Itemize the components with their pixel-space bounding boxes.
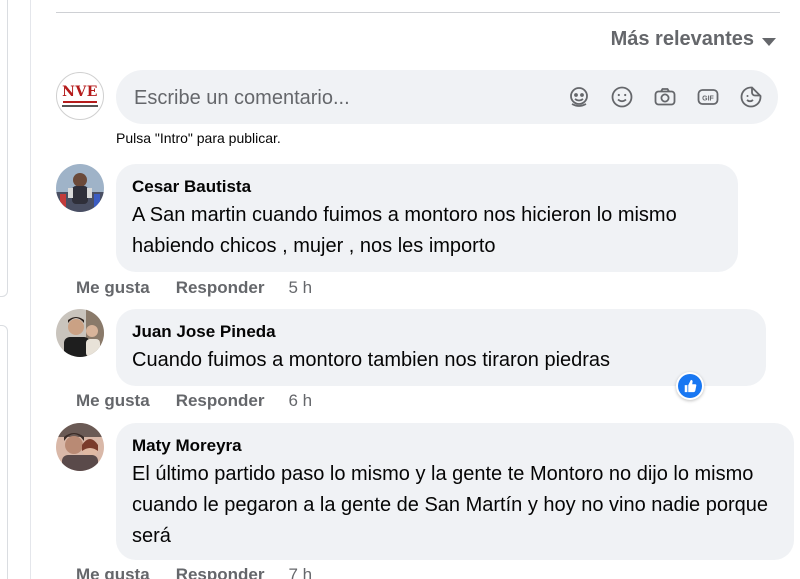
sidebar-card-fragment — [0, 0, 8, 297]
like-reaction-icon — [678, 374, 702, 398]
avatar-sticker-icon[interactable] — [566, 84, 592, 110]
camera-icon[interactable] — [652, 84, 678, 110]
logo-stripe — [62, 105, 98, 107]
comment-composer: GIF — [116, 70, 778, 124]
comment-text: A San martin cuando fuimos a montoro nos… — [132, 204, 677, 257]
reaction-summary[interactable] — [676, 372, 704, 400]
comment-bubble: Maty Moreyra El último partido paso lo m… — [116, 423, 794, 560]
avatar[interactable] — [56, 164, 104, 212]
like-button[interactable]: Me gusta — [76, 391, 150, 411]
comment-text: Cuando fuimos a montoro tambien nos tira… — [132, 349, 611, 371]
comment-author[interactable]: Maty Moreyra — [132, 435, 778, 457]
emoji-icon[interactable] — [609, 84, 635, 110]
comment-timestamp[interactable]: 6 h — [288, 391, 312, 411]
comment-bubble: Cesar Bautista A San martin cuando fuimo… — [116, 164, 738, 272]
comment-actions: Me gusta Responder 5 h — [76, 278, 312, 298]
comment-input[interactable] — [132, 79, 556, 117]
caret-down-icon — [762, 37, 776, 46]
reply-button[interactable]: Responder — [176, 391, 265, 411]
column-divider — [30, 0, 31, 579]
comments-panel: Más relevantes NVE Escribe un comentario… — [0, 0, 800, 579]
gif-icon[interactable]: GIF — [695, 84, 721, 110]
comment-actions: Me gusta Responder 6 h — [76, 391, 312, 411]
reply-button[interactable]: Responder — [176, 278, 265, 298]
comment-timestamp[interactable]: 5 h — [288, 278, 312, 298]
sticker-icon[interactable] — [738, 84, 764, 110]
composer-icons: GIF — [566, 84, 764, 110]
comment-bubble: Juan Jose Pineda Cuando fuimos a montoro… — [116, 309, 766, 386]
sidebar-card-fragment — [0, 325, 8, 579]
comment-text: El último partido paso lo mismo y la gen… — [132, 463, 769, 547]
section-divider — [56, 12, 780, 13]
page-avatar-logo-text: NVE — [62, 84, 98, 100]
comment-timestamp[interactable]: 7 h — [288, 565, 312, 579]
publish-hint: Pulsa "Intro" para publicar. — [116, 130, 281, 146]
left-sidebar-edge — [0, 0, 30, 579]
svg-text:GIF: GIF — [702, 96, 714, 103]
comment-actions: Me gusta Responder 7 h — [76, 565, 312, 579]
reply-button[interactable]: Responder — [176, 565, 265, 579]
comment-author[interactable]: Cesar Bautista — [132, 176, 722, 198]
sort-label: Más relevantes — [610, 28, 754, 50]
logo-stripe — [63, 101, 97, 103]
like-button[interactable]: Me gusta — [76, 278, 150, 298]
sort-dropdown[interactable]: Más relevantes — [611, 28, 776, 51]
page-avatar[interactable]: NVE — [56, 72, 104, 120]
comment-author[interactable]: Juan Jose Pineda — [132, 321, 750, 343]
avatar[interactable] — [56, 309, 104, 357]
avatar[interactable] — [56, 423, 104, 471]
like-button[interactable]: Me gusta — [76, 565, 150, 579]
